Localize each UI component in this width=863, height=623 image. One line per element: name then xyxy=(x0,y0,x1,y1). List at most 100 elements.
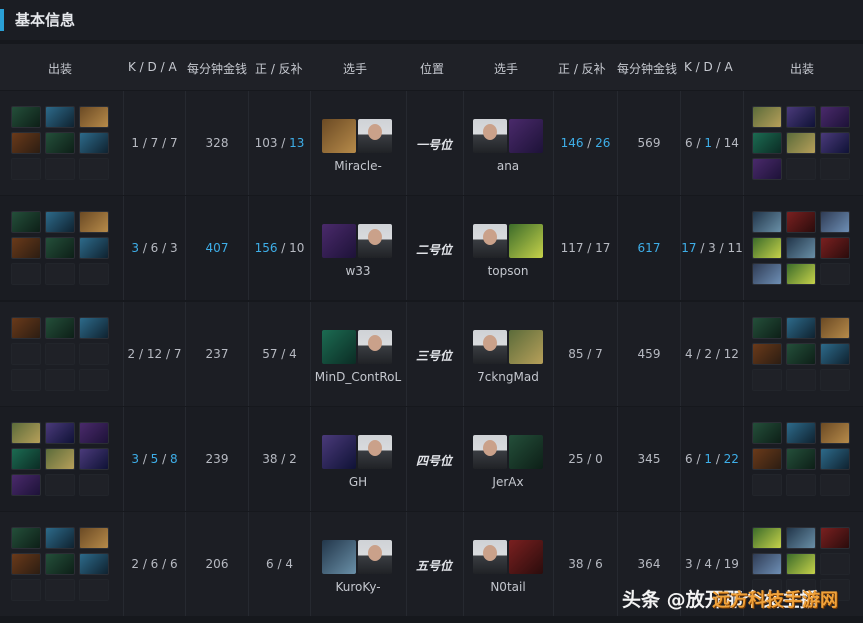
item-icon[interactable] xyxy=(45,106,75,128)
player-photo[interactable] xyxy=(473,435,507,469)
player-photo[interactable] xyxy=(473,119,507,153)
item-icon[interactable] xyxy=(79,237,109,259)
item-icon[interactable] xyxy=(45,422,75,444)
item-icon[interactable] xyxy=(820,317,850,339)
item-icon[interactable] xyxy=(786,527,816,549)
item-icon[interactable] xyxy=(79,527,109,549)
item-icon[interactable] xyxy=(79,317,109,339)
item-icon[interactable] xyxy=(820,211,850,233)
item-build xyxy=(752,422,850,496)
item-icon[interactable] xyxy=(786,317,816,339)
item-icon[interactable] xyxy=(752,263,782,285)
item-icon[interactable] xyxy=(11,422,41,444)
item-icon[interactable] xyxy=(752,317,782,339)
item-icon[interactable] xyxy=(786,237,816,259)
player-name[interactable]: N0tail xyxy=(453,580,563,594)
item-icon[interactable] xyxy=(820,237,850,259)
player-photo[interactable] xyxy=(358,330,392,364)
position-label: 三号位 xyxy=(416,349,453,363)
item-icon[interactable] xyxy=(45,237,75,259)
empty-item-slot xyxy=(11,343,41,365)
item-icon[interactable] xyxy=(820,448,850,470)
item-icon[interactable] xyxy=(45,527,75,549)
item-icon[interactable] xyxy=(11,474,41,496)
item-icon[interactable] xyxy=(820,422,850,444)
kda-a: 7 xyxy=(169,136,178,150)
hero-icon[interactable] xyxy=(322,119,356,153)
item-icon[interactable] xyxy=(820,106,850,128)
item-icon[interactable] xyxy=(752,237,782,259)
item-icon[interactable] xyxy=(79,132,109,154)
item-icon[interactable] xyxy=(79,211,109,233)
item-icon[interactable] xyxy=(752,553,782,575)
player-name[interactable]: w33 xyxy=(303,264,413,278)
hero-icon[interactable] xyxy=(322,540,356,574)
item-icon[interactable] xyxy=(11,448,41,470)
player-photo[interactable] xyxy=(358,435,392,469)
hero-icon[interactable] xyxy=(322,435,356,469)
empty-item-slot xyxy=(79,343,109,365)
item-icon[interactable] xyxy=(820,343,850,365)
item-icon[interactable] xyxy=(11,106,41,128)
item-icon[interactable] xyxy=(820,132,850,154)
item-icon[interactable] xyxy=(752,106,782,128)
item-icon[interactable] xyxy=(752,158,782,180)
player-name[interactable]: MinD_ContRoL xyxy=(303,370,413,384)
item-icon[interactable] xyxy=(752,343,782,365)
item-icon[interactable] xyxy=(11,553,41,575)
player-name[interactable]: GH xyxy=(303,475,413,489)
hero-icon[interactable] xyxy=(509,540,543,574)
item-icon[interactable] xyxy=(752,527,782,549)
item-icon[interactable] xyxy=(786,211,816,233)
player-photo[interactable] xyxy=(473,540,507,574)
item-icon[interactable] xyxy=(45,211,75,233)
player-photo[interactable] xyxy=(473,330,507,364)
hero-icon[interactable] xyxy=(509,119,543,153)
player-photo[interactable] xyxy=(358,540,392,574)
item-icon[interactable] xyxy=(752,211,782,233)
player-name[interactable]: topson xyxy=(453,264,563,278)
item-icon[interactable] xyxy=(79,422,109,444)
player-name[interactable]: KuroKy- xyxy=(303,580,413,594)
hero-icon[interactable] xyxy=(509,330,543,364)
kda-left: 2 / 12 / 7 xyxy=(127,347,182,361)
item-icon[interactable] xyxy=(79,106,109,128)
player-name[interactable]: JerAx xyxy=(453,475,563,489)
item-icon[interactable] xyxy=(11,132,41,154)
player-photo[interactable] xyxy=(358,119,392,153)
item-icon[interactable] xyxy=(786,343,816,365)
player-name[interactable]: 7ckngMad xyxy=(453,370,563,384)
player-photo[interactable] xyxy=(358,224,392,258)
item-icon[interactable] xyxy=(45,132,75,154)
hero-icon[interactable] xyxy=(322,224,356,258)
player-name[interactable]: ana xyxy=(453,159,563,173)
item-icon[interactable] xyxy=(752,422,782,444)
item-icon[interactable] xyxy=(11,527,41,549)
player-name[interactable]: Miracle- xyxy=(303,159,413,173)
column-divider xyxy=(743,91,744,195)
item-icon[interactable] xyxy=(786,422,816,444)
item-icon[interactable] xyxy=(79,553,109,575)
hero-icon[interactable] xyxy=(322,330,356,364)
item-icon[interactable] xyxy=(752,132,782,154)
hero-icon[interactable] xyxy=(509,224,543,258)
item-icon[interactable] xyxy=(45,553,75,575)
player-photo[interactable] xyxy=(473,224,507,258)
item-icon[interactable] xyxy=(786,263,816,285)
item-icon[interactable] xyxy=(79,448,109,470)
item-icon[interactable] xyxy=(45,317,75,339)
hero-icon[interactable] xyxy=(509,435,543,469)
item-icon[interactable] xyxy=(786,553,816,575)
item-icon[interactable] xyxy=(786,132,816,154)
item-icon[interactable] xyxy=(11,237,41,259)
item-icon[interactable] xyxy=(11,317,41,339)
item-icon[interactable] xyxy=(45,448,75,470)
column-divider xyxy=(406,196,407,300)
item-icon[interactable] xyxy=(820,527,850,549)
item-icon[interactable] xyxy=(11,211,41,233)
item-icon[interactable] xyxy=(752,448,782,470)
column-divider xyxy=(743,302,744,406)
item-icon[interactable] xyxy=(786,106,816,128)
gpm-value: 345 xyxy=(637,452,661,466)
item-icon[interactable] xyxy=(786,448,816,470)
